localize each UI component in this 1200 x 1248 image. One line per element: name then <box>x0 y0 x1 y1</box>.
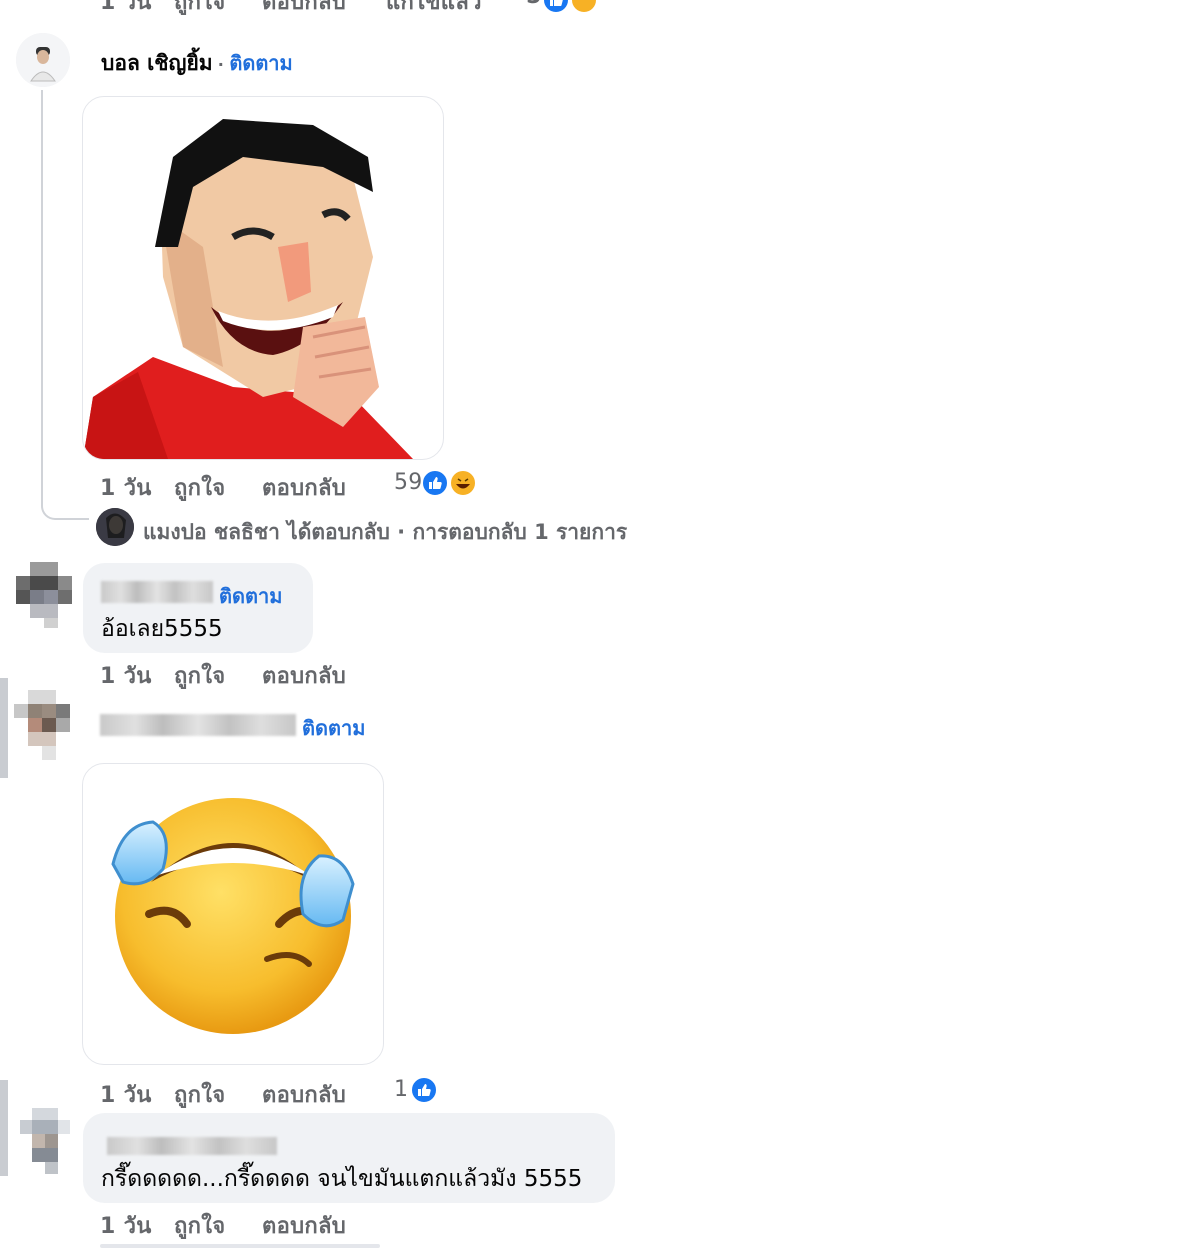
timestamp[interactable]: 1 วัน <box>100 1077 152 1112</box>
reply-button[interactable]: ตอบกลับ <box>262 470 346 505</box>
avatar[interactable] <box>16 562 72 628</box>
like-reaction-icon[interactable] <box>410 1076 438 1104</box>
laughing-man-sticker[interactable] <box>82 96 444 460</box>
reaction-count[interactable]: 5 <box>526 0 542 9</box>
author-name[interactable] <box>107 1137 277 1155</box>
reply-button[interactable]: ตอบกลับ <box>262 0 346 19</box>
tears-of-joy-emoji-sticker[interactable] <box>82 763 384 1065</box>
author-name[interactable]: บอล เชิญยิ้ม <box>101 51 213 75</box>
like-button[interactable]: ถูกใจ <box>174 1208 225 1243</box>
timestamp[interactable]: 1 วัน <box>100 1208 152 1243</box>
reply-button[interactable]: ตอบกลับ <box>262 1208 346 1243</box>
reaction-count[interactable]: 1 <box>394 1077 408 1102</box>
next-item-edge <box>100 1244 380 1248</box>
author-name[interactable] <box>101 581 213 603</box>
avatar[interactable] <box>14 690 70 760</box>
comment-actions: 1 วัน ถูกใจ ตอบกลับ <box>100 658 500 689</box>
comment-text: กรี๊ดดดดด...กรี๊ดดดด จนไขมันแตกแล้วมัง 5… <box>101 1166 583 1192</box>
follow-button[interactable]: ติดตาม <box>229 51 292 75</box>
comment-actions: 1 วัน ถูกใจ ตอบกลับ 59 <box>100 470 600 501</box>
comment-header: บอล เชิญยิ้ม · ติดตาม <box>101 47 293 75</box>
like-reaction-icon[interactable] <box>421 469 449 497</box>
reply-button[interactable]: ตอบกลับ <box>262 658 346 693</box>
comment-bubble: กรี๊ดดดดด...กรี๊ดดดด จนไขมันแตกแล้วมัง 5… <box>83 1113 615 1203</box>
comment-bubble: ติดตาม อ้อเลย5555 <box>83 563 313 653</box>
comment-text: อ้อเลย5555 <box>101 616 223 642</box>
comment-actions: 1 วัน ถูกใจ ตอบกลับ 1 <box>100 1077 500 1108</box>
follow-button[interactable]: ติดตาม <box>219 580 282 612</box>
like-button[interactable]: ถูกใจ <box>174 0 225 19</box>
timestamp[interactable]: 1 วัน <box>100 470 152 505</box>
top-partial-action-row: 1 วัน ถูกใจ ตอบกลับ แก้ไขแล้ว 5 <box>100 0 720 15</box>
follow-button[interactable]: ติดตาม <box>302 712 365 744</box>
like-button[interactable]: ถูกใจ <box>174 470 225 505</box>
edited-label: แก้ไขแล้ว <box>386 0 482 15</box>
separator-dot: · <box>217 55 230 74</box>
view-replies-link[interactable]: แมงปอ ชลธิชา ได้ตอบกลับ · การตอบกลับ 1 ร… <box>143 516 627 549</box>
like-button[interactable]: ถูกใจ <box>174 658 225 693</box>
thread-marker <box>0 1080 8 1176</box>
reaction-count[interactable]: 59 <box>394 470 423 495</box>
comment-actions: 1 วัน ถูกใจ ตอบกลับ <box>100 1208 500 1239</box>
timestamp[interactable]: 1 วัน <box>100 658 152 693</box>
reply-button[interactable]: ตอบกลับ <box>262 1077 346 1112</box>
avatar[interactable] <box>16 33 70 87</box>
haha-reaction-icon[interactable] <box>449 469 477 497</box>
timestamp[interactable]: 1 วัน <box>100 0 152 19</box>
author-name[interactable] <box>100 714 296 736</box>
thread-marker <box>0 678 8 778</box>
avatar[interactable] <box>20 1108 70 1174</box>
avatar[interactable] <box>96 508 134 546</box>
like-button[interactable]: ถูกใจ <box>174 1077 225 1112</box>
